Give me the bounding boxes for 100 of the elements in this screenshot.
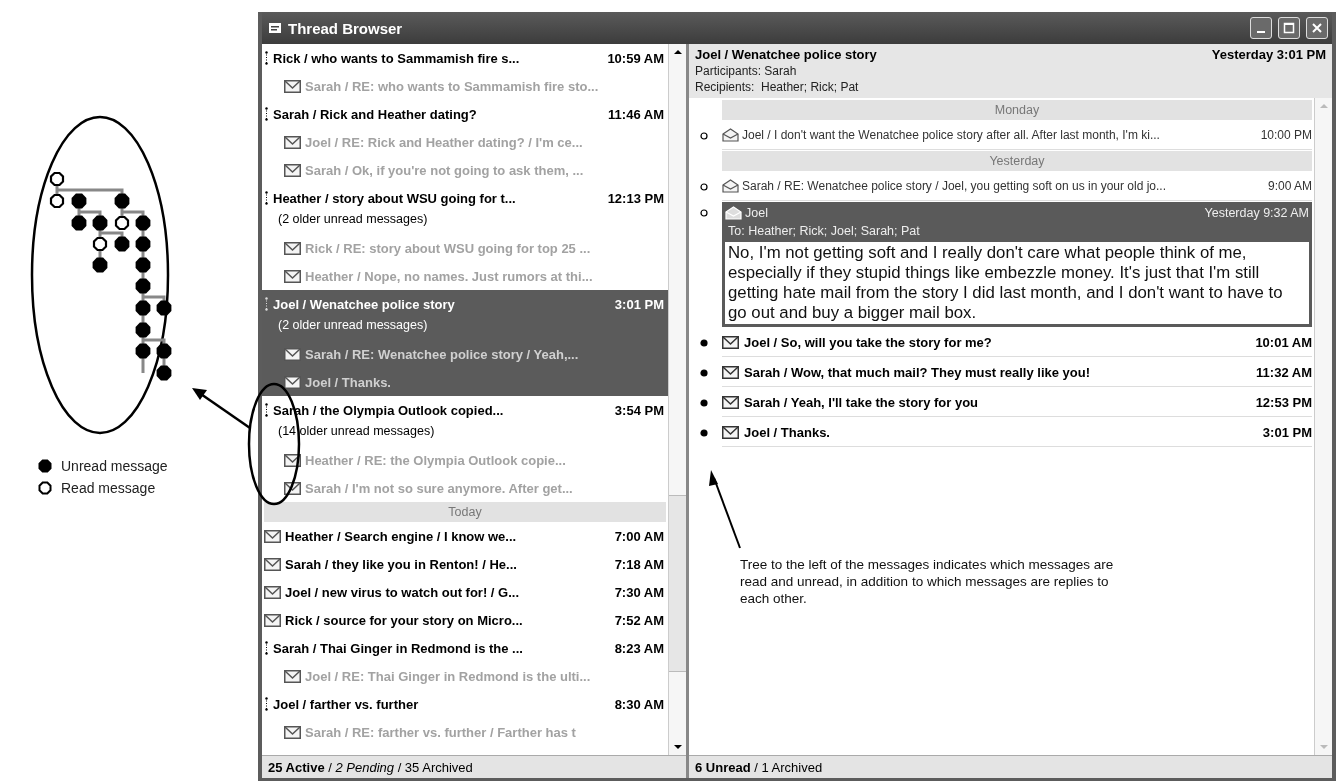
envelope-icon (264, 585, 281, 599)
scroll-thumb[interactable] (669, 495, 686, 672)
message-row[interactable]: Joel / Thanks. 3:01 PM (722, 418, 1312, 447)
date-separator: Yesterday (722, 151, 1312, 171)
message-subject: Heather / Search engine / I know we... (285, 528, 518, 544)
close-icon (1311, 22, 1323, 34)
thread-tree-icon (264, 403, 269, 417)
thread-subject: Heather / story about WSU going for t... (273, 190, 517, 206)
thread-time: 8:30 AM (614, 696, 664, 712)
thread-row[interactable]: Joel / farther vs. further 8:30 AM (262, 690, 668, 718)
message-time: 7:18 AM (614, 556, 664, 572)
message-row[interactable]: Joel / I don't want the Wenatchee police story after all. After last month, I'm ki... 10:00 PM (722, 121, 1312, 150)
message-row[interactable]: Sarah / RE: Wenatchee police story / Joel, you getting soft on us in your old jo... 9:00 AM (722, 172, 1312, 201)
window-title: Thread Browser (288, 19, 403, 37)
thread-tree-icon (264, 641, 269, 655)
envelope-icon (264, 557, 281, 571)
message-time: 10:00 PM (1260, 128, 1312, 142)
message-subject: Sarah / Yeah, I'll take the story for you (744, 394, 980, 410)
message-body: No, I'm not getting soft and I really don't care what people think of me, especially if they stupid things like embezzle money. It's just that I'm still getting hate mail from the story I did last month, and I don't want to have to go out and buy a bigger mail box. (725, 242, 1309, 324)
thread-title: Joel / Wenatchee police story (695, 47, 877, 62)
message-date: Yesterday 9:32 AM (1204, 206, 1309, 220)
message-time: 7:52 AM (614, 612, 664, 628)
message-time: 11:32 AM (1256, 364, 1312, 380)
message-row[interactable]: Joel / So, will you take the story for me? 10:01 AM (722, 328, 1312, 357)
message-time: 7:30 AM (614, 584, 664, 600)
message-subject: Sarah / RE: farther vs. further / Farther has t (305, 724, 577, 740)
thread-row[interactable]: (14 older unread messages) (262, 424, 668, 446)
thread-row[interactable]: Joel / Wenatchee police story 3:01 PM (262, 290, 668, 318)
scrollbar[interactable] (668, 44, 686, 755)
message-row[interactable]: Heather / Search engine / I know we... 7:00 AM (262, 522, 668, 550)
participants-text: Participants: Sarah (695, 64, 798, 78)
minimize-icon (1257, 31, 1265, 33)
thread-row[interactable]: (2 older unread messages) (262, 318, 668, 340)
older-unread-note: (14 older unread messages) (278, 424, 435, 438)
envelope-icon (722, 395, 739, 409)
thread-tree-icon (264, 51, 269, 65)
thread-time: 3:54 PM (614, 402, 664, 418)
thread-subject: Joel / farther vs. further (273, 696, 420, 712)
status-text: 25 Active / 2 Pending / 35 Archived (268, 759, 473, 775)
thread-subject: Sarah / Rick and Heather dating? (273, 106, 478, 122)
thread-time: 3:01 PM (614, 296, 664, 312)
maximize-icon (1283, 22, 1295, 34)
message-time: 3:01 PM (1262, 424, 1312, 440)
message-row[interactable]: Sarah / Wow, that much mail? They must really like you! 11:32 AM (722, 358, 1312, 387)
open-envelope-icon (722, 128, 739, 142)
message-row[interactable]: Sarah / they like you in Renton! / He... 7:18 AM (262, 550, 668, 578)
thread-tree-icon (264, 107, 269, 121)
message-subject: Rick / source for your story on Micro... (285, 612, 524, 628)
message-row[interactable]: Joel / Thanks. (262, 368, 668, 396)
message-time: 9:00 AM (1267, 179, 1312, 193)
thread-time: 11:46 AM (608, 106, 664, 122)
message-recipients: To: Heather; Rick; Joel; Sarah; Pat (727, 223, 921, 240)
message-row[interactable]: Sarah / Yeah, I'll take the story for you 12:53 PM (722, 388, 1312, 417)
message-subject: Joel / RE: Rick and Heather dating? / I'm ce... (305, 134, 584, 150)
thread-row[interactable]: Sarah / Rick and Heather dating? 11:46 AM (262, 100, 668, 128)
minimize-button[interactable] (1250, 17, 1272, 39)
status-text: 6 Unread / 1 Archived (695, 759, 823, 775)
thread-time: 8:23 AM (614, 640, 664, 656)
message-subject: Joel / RE: Thai Ginger in Redmond is the ulti... (305, 668, 592, 684)
thread-row[interactable]: Heather / story about WSU going for t... 12:13 PM (262, 184, 668, 212)
thread-row[interactable]: Sarah / Thai Ginger in Redmond is the ... 8:23 AM (262, 634, 668, 662)
legend-label: Unread message (61, 458, 168, 474)
envelope-icon (264, 613, 281, 627)
thread-tree-icon (264, 191, 269, 205)
envelope-icon (284, 135, 301, 149)
thread-row[interactable]: Rick / who wants to Sammamish fire s... 10:59 AM (262, 44, 668, 72)
message-row[interactable]: Rick / source for your story on Micro... 7:52 AM (262, 606, 668, 634)
recipients-text: Recipients: Heather; Rick; Pat (695, 80, 860, 94)
envelope-icon (264, 529, 281, 543)
message-subject: Sarah / they like you in Renton! / He... (285, 556, 518, 572)
message-subject: Heather / RE: the Olympia Outlook copie... (305, 452, 567, 468)
envelope-icon (284, 269, 301, 283)
open-envelope-icon (725, 206, 742, 220)
envelope-icon (284, 79, 301, 93)
message-subject: Joel / Thanks. (305, 374, 392, 390)
message-subject: Sarah / RE: who wants to Sammamish fire sto... (305, 78, 600, 94)
message-subject: Sarah / RE: Wenatchee police story / Joel, you getting soft on us in your old jo... (742, 179, 1167, 193)
envelope-icon (722, 425, 739, 439)
envelope-icon (722, 335, 739, 349)
thread-subject: Joel / Wenatchee police story (273, 296, 456, 312)
message-row[interactable]: Joel / new virus to watch out for! / G... 7:30 AM (262, 578, 668, 606)
message-sender: Joel (745, 206, 769, 220)
close-button[interactable] (1306, 17, 1328, 39)
envelope-icon (284, 163, 301, 177)
message-subject: Rick / RE: story about WSU going for top 25 ... (305, 240, 592, 256)
message-subject: Sarah / I'm not so sure anymore. After get... (305, 480, 574, 496)
maximize-button[interactable] (1278, 17, 1300, 39)
thread-time: 10:59 AM (607, 50, 664, 66)
window-icon (268, 22, 282, 34)
thread-tree-icon (264, 297, 269, 311)
message-subject: Sarah / RE: Wenatchee police story / Yeah,... (305, 346, 580, 362)
older-unread-note: (2 older unread messages) (278, 318, 428, 332)
message-row[interactable]: Sarah / RE: Wenatchee police story / Yeah,... (262, 340, 668, 368)
thread-row[interactable]: (2 older unread messages) (262, 212, 668, 234)
message-subject: Joel / So, will you take the story for me? (744, 334, 993, 350)
legend-label: Read message (61, 480, 156, 496)
envelope-icon (722, 365, 739, 379)
message-subject: Heather / Nope, no names. Just rumors at thi... (305, 268, 594, 284)
message-subject: Sarah / Ok, if you're not going to ask them, ... (305, 162, 585, 178)
callout-text: Tree to the left of the messages indicates which messages are read and unread, in addition to which messages are replies to each other. (740, 556, 1115, 607)
